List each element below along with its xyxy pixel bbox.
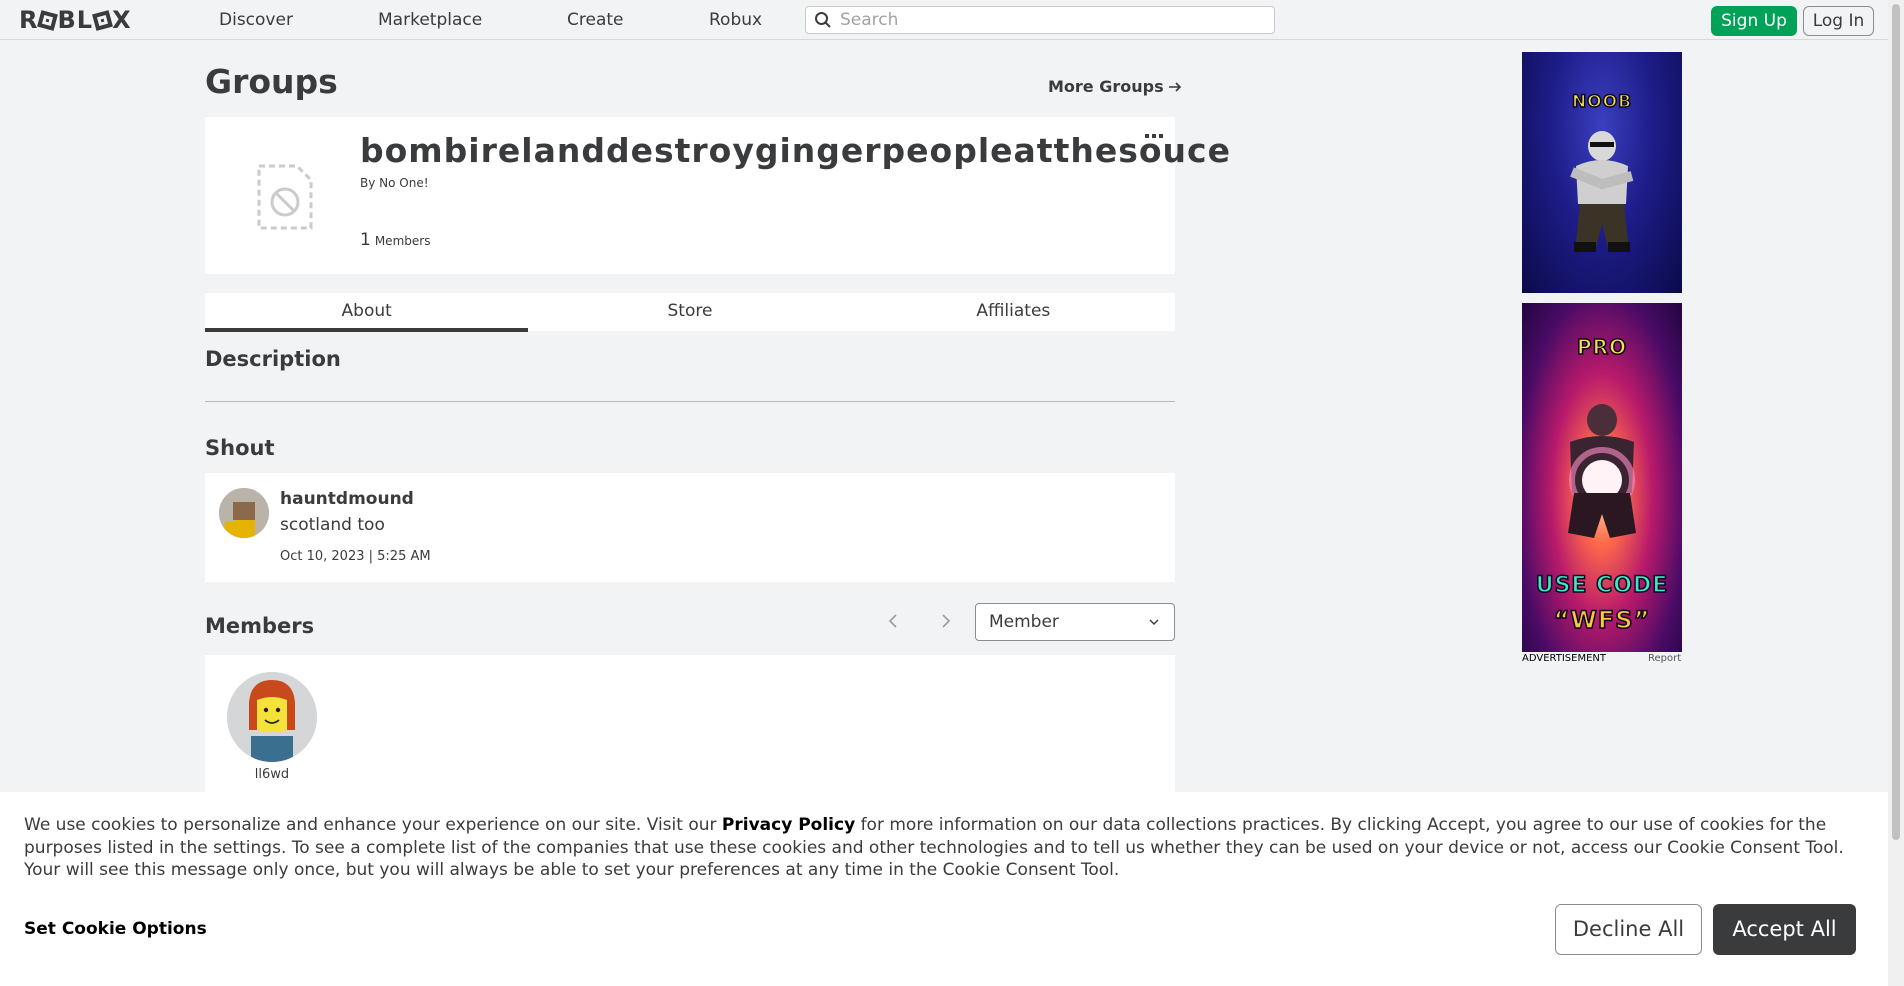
search-icon[interactable] <box>806 7 840 33</box>
set-cookie-options-link[interactable]: Set Cookie Options <box>24 919 207 939</box>
member-tile[interactable]: ll6wd <box>227 672 317 782</box>
nav-marketplace-link[interactable]: Marketplace <box>378 0 482 40</box>
ad2-promo-line-2: “WFS” <box>1553 605 1651 635</box>
shout-card: hauntdmound scotland too Oct 10, 2023 | … <box>205 473 1175 582</box>
tab-store[interactable]: Store <box>528 293 851 331</box>
cookie-consent-text: We use cookies to personalize and enhanc… <box>24 814 1864 882</box>
page-title: Groups <box>205 62 338 101</box>
ad2-headline: PRO <box>1576 334 1628 360</box>
shout-user-avatar[interactable] <box>219 488 269 538</box>
members-prev-page-button[interactable] <box>881 609 905 633</box>
roblox-logo[interactable]: R BL X <box>19 6 139 34</box>
cookie-consent-banner: We use cookies to personalize and enhanc… <box>0 792 1888 986</box>
ad1-headline: NOOB <box>1571 91 1633 113</box>
member-name[interactable]: ll6wd <box>227 767 317 782</box>
shout-message: scotland too <box>280 515 385 535</box>
members-next-page-button[interactable] <box>934 609 958 633</box>
member-role-select[interactable]: Member <box>975 603 1175 641</box>
shout-username[interactable]: hauntdmound <box>280 489 414 509</box>
group-member-count: 1 Members <box>360 230 430 250</box>
more-groups-label: More Groups <box>1048 77 1164 96</box>
group-emblem-placeholder-icon <box>257 164 313 230</box>
nav-create-link[interactable]: Create <box>567 0 624 40</box>
search-box[interactable] <box>805 6 1275 34</box>
nav-discover-link[interactable]: Discover <box>219 0 293 40</box>
members-title: Members <box>205 614 315 638</box>
description-title: Description <box>205 347 341 371</box>
decline-all-button[interactable]: Decline All <box>1555 904 1702 955</box>
member-avatar[interactable] <box>227 672 317 762</box>
top-navigation-bar: R BL X Discover Marketplace Create Robux S… <box>0 0 1888 40</box>
advertisement-label: ADVERTISEMENT <box>1522 653 1607 664</box>
group-owner: By No One! <box>360 176 429 190</box>
tab-about[interactable]: About <box>205 293 529 332</box>
tab-affiliates[interactable]: Affiliates <box>852 293 1175 331</box>
scrollbar-thumb[interactable] <box>1892 4 1900 840</box>
nav-robux-link[interactable]: Robux <box>709 0 762 40</box>
shout-timestamp: Oct 10, 2023 | 5:25 AM <box>280 549 431 564</box>
advertisement-banner-2[interactable]: PRO USE CODE “WFS” <box>1522 303 1682 652</box>
cookie-text-intro: We use cookies to personalize and enhanc… <box>24 815 722 835</box>
privacy-policy-link[interactable]: Privacy Policy <box>722 815 855 835</box>
accept-all-button[interactable]: Accept All <box>1713 904 1856 955</box>
sign-up-button[interactable]: Sign Up <box>1711 6 1797 36</box>
group-header-card: bombirelanddestroygingerpeopleatthesouce… <box>205 117 1230 274</box>
chevron-left-icon <box>888 614 897 628</box>
group-name: bombirelanddestroygingerpeopleatthesouce <box>360 131 1231 170</box>
log-in-button[interactable]: Log In <box>1803 6 1874 36</box>
chevron-down-icon <box>1149 619 1159 625</box>
more-groups-link[interactable]: More Groups <box>1048 77 1182 96</box>
page-scrollbar[interactable] <box>1888 0 1904 986</box>
member-count-number: 1 <box>360 230 371 250</box>
report-ad-link[interactable]: Report <box>1648 653 1681 664</box>
ad1-character-image <box>1570 131 1634 252</box>
arrow-right-icon <box>1168 81 1181 92</box>
ad2-promo-line-1: USE CODE <box>1535 572 1669 599</box>
shout-title: Shout <box>205 436 275 460</box>
search-input[interactable] <box>840 10 1260 30</box>
ad2-character-image <box>1568 404 1636 538</box>
advertisement-banner-1[interactable]: NOOB <box>1522 52 1682 293</box>
chevron-right-icon <box>942 614 951 628</box>
members-list: ll6wd <box>205 655 1175 795</box>
section-divider <box>205 401 1175 402</box>
member-count-label: Members <box>374 234 431 248</box>
group-tabs: About Store Affiliates <box>205 293 1175 332</box>
more-options-icon[interactable] <box>1142 129 1166 145</box>
role-select-value: Member <box>989 612 1059 632</box>
